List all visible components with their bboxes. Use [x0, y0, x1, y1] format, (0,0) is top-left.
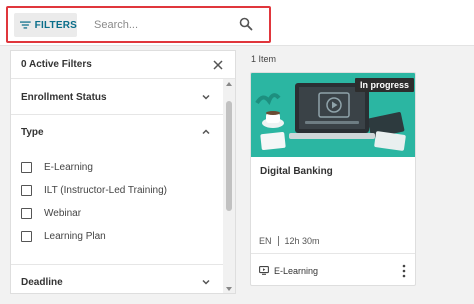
- option-webinar[interactable]: Webinar: [21, 205, 81, 221]
- filters-panel: 0 Active Filters Enrollment Status Type …: [10, 50, 236, 294]
- section-enrollment-label: Enrollment Status: [21, 91, 107, 103]
- checkbox[interactable]: [21, 207, 32, 219]
- course-card[interactable]: In progress Digital Banking E-Learning: [250, 72, 416, 286]
- search-icon[interactable]: [239, 17, 253, 31]
- more-options-icon[interactable]: [401, 264, 407, 278]
- chevron-up-icon: [202, 129, 210, 135]
- scroll-down-arrow[interactable]: [226, 287, 232, 291]
- meta-divider: [277, 236, 279, 246]
- active-filters-count: 0 Active Filters: [21, 59, 92, 70]
- checkbox[interactable]: [21, 161, 32, 173]
- section-type-label: Type: [21, 126, 44, 138]
- course-thumbnail: In progress: [251, 73, 415, 157]
- checkbox[interactable]: [21, 230, 32, 242]
- option-label: ILT (Instructor-Led Training): [44, 184, 168, 196]
- course-type-label: E-Learning: [274, 265, 319, 276]
- course-duration: 12h 30m: [284, 236, 320, 246]
- close-icon[interactable]: [211, 58, 225, 72]
- card-footer: E-Learning: [251, 253, 415, 285]
- option-label: Webinar: [44, 207, 82, 219]
- option-learning-plan[interactable]: Learning Plan: [21, 228, 106, 244]
- filters-button[interactable]: FILTERS: [14, 13, 77, 37]
- checkbox[interactable]: [21, 184, 32, 196]
- scrollbar[interactable]: [223, 79, 235, 293]
- course-language: EN: [259, 236, 272, 246]
- course-meta: EN 12h 30m: [259, 236, 320, 246]
- section-deadline[interactable]: Deadline: [11, 265, 225, 293]
- section-deadline-label: Deadline: [21, 276, 63, 288]
- option-e-learning[interactable]: E-Learning: [21, 159, 93, 175]
- scroll-up-arrow[interactable]: [226, 82, 232, 86]
- option-label: Learning Plan: [44, 230, 106, 242]
- option-label: E-Learning: [44, 161, 93, 173]
- filters-button-label: FILTERS: [34, 19, 77, 31]
- results-count: 1 Item: [251, 54, 277, 64]
- top-toolbar: FILTERS: [0, 0, 474, 46]
- monitor-play-icon: [259, 266, 269, 275]
- scrollbar-thumb[interactable]: [226, 101, 232, 211]
- filters-panel-header: 0 Active Filters: [11, 51, 235, 79]
- search-input[interactable]: [84, 12, 260, 38]
- chevron-down-icon: [202, 279, 210, 285]
- status-badge: In progress: [354, 78, 414, 92]
- option-ilt[interactable]: ILT (Instructor-Led Training): [21, 182, 167, 198]
- section-enrollment-status[interactable]: Enrollment Status: [11, 80, 225, 114]
- chevron-down-icon: [202, 94, 210, 100]
- filter-lines-icon: [20, 21, 31, 29]
- section-type[interactable]: Type: [11, 115, 225, 149]
- course-title: Digital Banking: [260, 166, 333, 177]
